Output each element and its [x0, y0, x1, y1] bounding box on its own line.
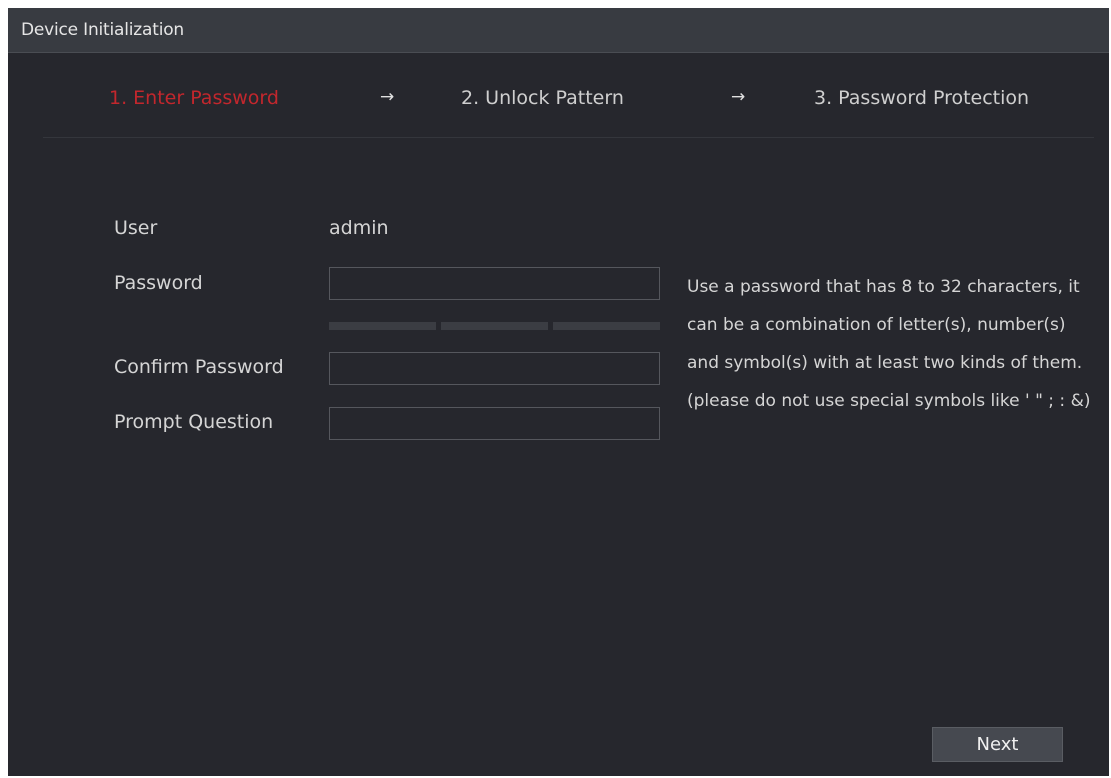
user-label: User: [114, 217, 158, 239]
password-field[interactable]: [329, 267, 660, 300]
step-indicator: 1. Enter Password → 2. Unlock Pattern → …: [8, 83, 1109, 113]
next-button[interactable]: Next: [932, 727, 1063, 762]
window-title: Device Initialization: [21, 20, 185, 40]
step-unlock-pattern: 2. Unlock Pattern: [461, 87, 624, 109]
step-enter-password: 1. Enter Password: [109, 87, 279, 109]
title-bar: Device Initialization: [8, 8, 1109, 53]
strength-bar-medium: [441, 322, 548, 330]
strength-bar-strong: [553, 322, 660, 330]
password-label: Password: [114, 272, 203, 294]
step-password-protection: 3. Password Protection: [814, 87, 1030, 109]
step-arrow-icon: →: [731, 87, 746, 107]
device-initialization-dialog: Device Initialization 1. Enter Password …: [8, 8, 1109, 776]
strength-bar-weak: [329, 322, 436, 330]
confirm-password-field[interactable]: [329, 352, 660, 385]
step-arrow-icon: →: [380, 87, 395, 107]
user-value: admin: [329, 217, 389, 239]
confirm-password-label: Confirm Password: [114, 356, 284, 378]
prompt-question-field[interactable]: [329, 407, 660, 440]
steps-divider: [43, 137, 1094, 138]
prompt-question-label: Prompt Question: [114, 411, 274, 433]
password-hint: Use a password that has 8 to 32 characte…: [687, 277, 1091, 411]
